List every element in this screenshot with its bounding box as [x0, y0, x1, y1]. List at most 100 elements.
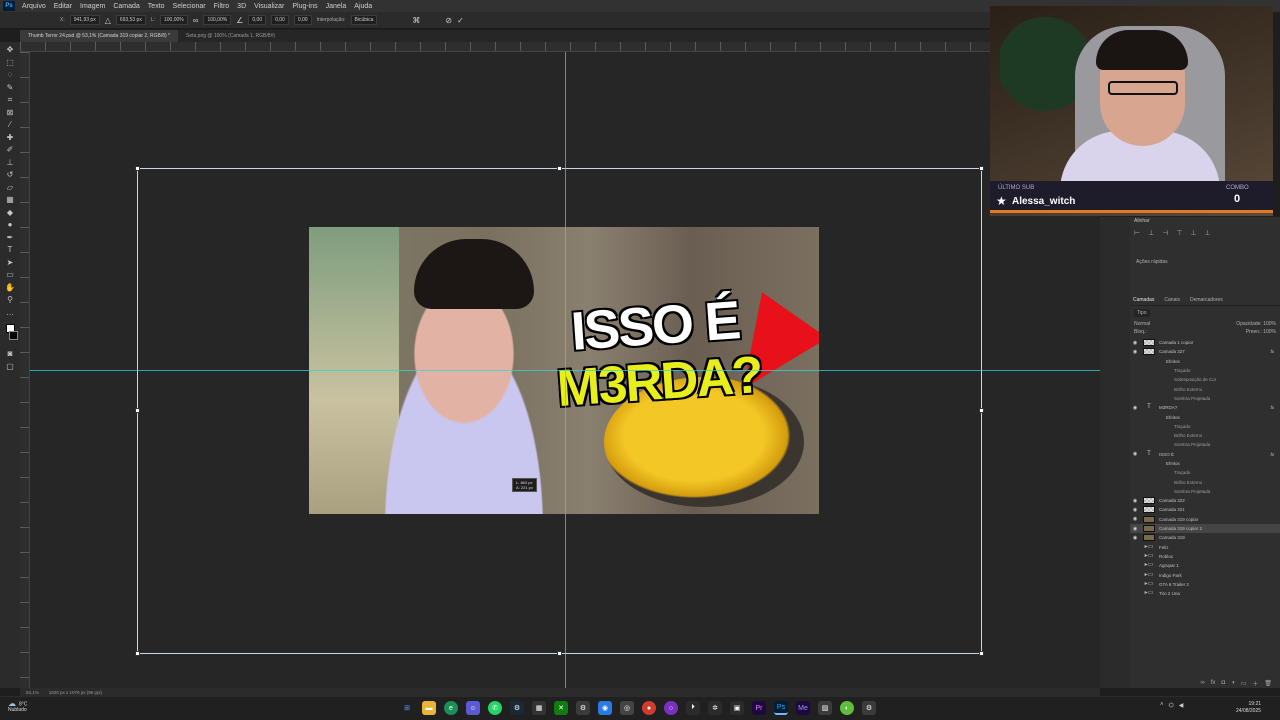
layer-row[interactable]: ◉ T ISSO É fx [1130, 450, 1280, 459]
discord-icon[interactable]: ☺ [466, 701, 480, 715]
width-field[interactable]: 100,00% [160, 15, 188, 25]
hskew-field[interactable]: 0,00 [271, 15, 289, 25]
crop-tool-icon[interactable]: ⌗ [5, 95, 15, 104]
tab-camadas[interactable]: Camadas [1133, 297, 1154, 303]
transform-handle-top-right[interactable] [979, 166, 984, 171]
align-middle-icon[interactable]: ⊥ [1190, 229, 1196, 237]
gradient-tool-icon[interactable]: ▦ [5, 195, 15, 204]
quick-select-icon[interactable]: ✎ [5, 83, 15, 92]
tab-seta[interactable]: Seta.png @ 100% (Camada 1, RGB/8#) [178, 30, 283, 42]
frame-tool-icon[interactable]: ⊠ [5, 108, 15, 117]
menu-imagem[interactable]: Imagem [76, 3, 109, 10]
layer-effect-row[interactable]: Brilho Externo [1130, 431, 1280, 440]
move-tool-icon[interactable]: ✥ [5, 45, 15, 54]
add-mask-icon[interactable]: ◘ [1221, 680, 1225, 686]
layer-row[interactable]: ▸▭ GTA 6 Trailer 2 [1130, 580, 1280, 589]
layer-effect-row[interactable]: Traçado [1130, 422, 1280, 431]
layer-row[interactable]: ▸▭ Feliz [1130, 543, 1280, 552]
commit-check-icon[interactable]: ✓ [457, 16, 464, 25]
transform-handle-top[interactable] [557, 166, 562, 171]
align-bottom-icon[interactable]: ⊥ [1205, 229, 1211, 237]
free-transform-box[interactable] [137, 168, 982, 654]
transform-handle-bottom[interactable] [557, 651, 562, 656]
app-blue-icon[interactable]: ◉ [598, 701, 612, 715]
angle-field[interactable]: 0,00 [248, 15, 267, 25]
align-left-icon[interactable]: ⊢ [1134, 229, 1140, 237]
tray-chevron-icon[interactable]: ˄ [1160, 702, 1164, 709]
stamp-tool-icon[interactable]: ⊥ [5, 158, 15, 167]
vertical-ruler[interactable] [20, 52, 30, 688]
windows-start-icon[interactable]: ⊞ [400, 701, 414, 715]
align-top-icon[interactable]: ⊤ [1176, 229, 1182, 237]
gallery-icon[interactable]: ▨ [818, 701, 832, 715]
eye-icon[interactable]: ◉ [1130, 535, 1140, 541]
gear-app-icon[interactable]: ✲ [708, 701, 722, 715]
layer-row[interactable]: ◉ T M3RDA? fx [1130, 403, 1280, 412]
layer-effect-row[interactable]: Brilho Externo [1130, 384, 1280, 393]
align-center-icon[interactable]: ⊥ [1148, 229, 1154, 237]
layer-effect-row[interactable]: Sombra Projetada [1130, 394, 1280, 403]
transform-handle-top-left[interactable] [135, 166, 140, 171]
volume-icon[interactable]: ◀ [1179, 702, 1184, 709]
eye-icon[interactable]: ◉ [1130, 451, 1140, 457]
file-explorer-icon[interactable]: ▬ [422, 701, 436, 715]
layer-filter-select[interactable]: Tipo [1134, 309, 1150, 317]
eye-icon[interactable]: ◉ [1130, 526, 1140, 532]
steam-icon[interactable]: ⚙ [510, 701, 524, 715]
transform-handle-left[interactable] [135, 408, 140, 413]
x-field[interactable]: 941,93 px [69, 15, 100, 25]
layer-effect-row[interactable]: Brilho Externo [1130, 477, 1280, 486]
transform-handle-right[interactable] [979, 408, 984, 413]
cancel-icon[interactable]: ⊘ [445, 16, 452, 25]
edge-browser-icon[interactable]: e [444, 701, 458, 715]
eyedropper-icon[interactable]: ⁄ [5, 120, 15, 129]
link-layers-icon[interactable]: ∞ [1200, 680, 1204, 686]
menu-texto[interactable]: Texto [144, 3, 169, 10]
layer-effect-row[interactable]: Efeitos [1130, 357, 1280, 366]
vskew-field[interactable]: 0,00 [293, 15, 312, 25]
config-app-icon[interactable]: ⚙ [862, 701, 876, 715]
healing-brush-icon[interactable]: ✚ [5, 133, 15, 142]
fx-icon[interactable]: fx [1270, 405, 1274, 410]
obs-icon[interactable]: ◎ [620, 701, 634, 715]
transform-handle-bottom-right[interactable] [979, 651, 984, 656]
warp-icon[interactable]: ⌘ [412, 16, 420, 25]
eye-icon[interactable]: ◉ [1130, 405, 1140, 411]
xbox-icon[interactable]: ✕ [554, 701, 568, 715]
network-icon[interactable]: ⌬ [1169, 702, 1174, 709]
eye-icon[interactable]: ◉ [1130, 507, 1140, 513]
transform-handle-bottom-left[interactable] [135, 651, 140, 656]
layer-row[interactable]: ◉ Camada 322 [1130, 496, 1280, 505]
new-group-icon[interactable]: ▭ [1241, 680, 1247, 687]
fx-icon[interactable]: fx [1270, 349, 1274, 354]
height-field[interactable]: 100,00% [203, 15, 232, 25]
more-tools-icon[interactable]: … [5, 308, 15, 317]
menu-camada[interactable]: Camada [109, 3, 143, 10]
green-app-icon[interactable]: ◐ [840, 701, 854, 715]
quick-actions-label[interactable]: Ações rápidas [1136, 259, 1168, 265]
y-field[interactable]: 693,53 px [115, 15, 146, 25]
align-right-icon[interactable]: ⊣ [1162, 229, 1168, 237]
layer-effect-row[interactable]: Efeitos [1130, 459, 1280, 468]
calculator-icon[interactable]: ▦ [532, 701, 546, 715]
blend-mode-select[interactable]: Normal [1134, 321, 1150, 327]
menu-plugins[interactable]: Plug-ins [288, 3, 321, 10]
layer-effect-row[interactable]: Sombra Projetada [1130, 487, 1280, 496]
layer-effect-row[interactable]: Sobreposição de Cor [1130, 375, 1280, 384]
tab-demarcadores[interactable]: Demarcadores [1190, 297, 1223, 303]
opacity-field[interactable]: 100% [1263, 321, 1276, 327]
link-icon[interactable]: ∞ [193, 16, 199, 25]
layer-effect-row[interactable]: Efeitos [1130, 412, 1280, 421]
layer-row[interactable]: ▸▭ Agrupar 1 [1130, 561, 1280, 570]
menu-arquivo[interactable]: Arquivo [18, 3, 50, 10]
layer-row[interactable]: ◉ Camada 1 copiar [1130, 338, 1280, 347]
weather-widget[interactable]: ☁ 8°C Nublado [8, 700, 27, 714]
layer-effect-row[interactable]: Traçado [1130, 468, 1280, 477]
layer-row[interactable]: ◉ Camada 319 [1130, 533, 1280, 542]
layer-effect-row[interactable]: Traçado [1130, 366, 1280, 375]
layer-effect-row[interactable]: Sombra Projetada [1130, 440, 1280, 449]
history-brush-icon[interactable]: ↺ [5, 170, 15, 179]
purple-app-icon[interactable]: ○ [664, 701, 678, 715]
horizontal-guide[interactable] [30, 370, 1100, 371]
layer-row[interactable]: ▸▭ Roblox [1130, 552, 1280, 561]
